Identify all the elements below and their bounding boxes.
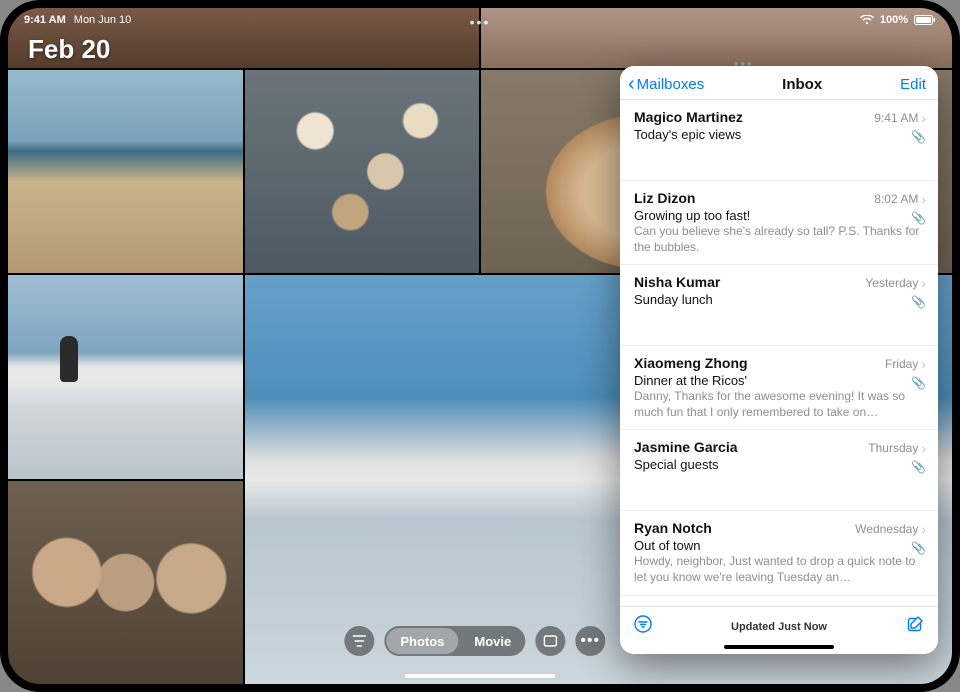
slideover-dots-icon[interactable]: ••• <box>734 56 754 71</box>
mail-status-text: Updated Just Now <box>652 621 906 633</box>
mail-item[interactable]: Ryan Notch Wednesday›Out of townHowdy, ne… <box>620 511 938 595</box>
mail-time: Friday› <box>885 356 926 372</box>
back-label: Mailboxes <box>637 76 705 93</box>
mail-sender: Jasmine Garcia <box>634 439 738 455</box>
mail-subject: Out of town <box>634 538 926 553</box>
mail-preview <box>634 143 926 171</box>
mail-title: Inbox <box>782 76 822 93</box>
mail-time: Yesterday› <box>865 275 926 291</box>
wifi-icon <box>860 15 874 25</box>
photo-tile[interactable] <box>8 275 243 478</box>
mail-sender: Magico Martinez <box>634 109 743 125</box>
chevron-right-icon: › <box>921 521 926 537</box>
mail-subject: Sunday lunch <box>634 292 926 307</box>
filter-mail-button[interactable] <box>634 615 652 638</box>
chevron-right-icon: › <box>921 275 926 291</box>
mail-preview: Can you believe she's already so tall? P… <box>634 224 926 255</box>
status-time: 9:41 AM <box>24 14 66 26</box>
attachment-icon: 📎 <box>911 460 926 474</box>
attachment-icon: 📎 <box>911 295 926 309</box>
mail-item[interactable]: Jasmine Garcia Thursday›Special guests📎 <box>620 430 938 511</box>
attachment-icon: 📎 <box>911 130 926 144</box>
compose-button[interactable] <box>906 615 924 638</box>
mail-preview <box>634 473 926 501</box>
filter-button[interactable] <box>344 626 374 656</box>
mail-subject: Dinner at the Ricos' <box>634 373 926 388</box>
photo-tile[interactable] <box>8 70 243 273</box>
home-indicator[interactable] <box>405 674 555 678</box>
status-date: Mon Jun 10 <box>74 14 131 26</box>
attachment-icon: 📎 <box>911 376 926 390</box>
ipad-frame: 9:41 AM Mon Jun 10 100% <box>0 0 960 692</box>
photo-tile[interactable] <box>8 481 243 684</box>
mail-item[interactable]: Nisha Kumar Yesterday›Sunday lunch📎 <box>620 265 938 346</box>
more-button[interactable]: ••• <box>575 626 605 656</box>
mail-time: 8:02 AM› <box>874 191 926 207</box>
photo-tile[interactable] <box>245 70 480 273</box>
attachment-icon: 📎 <box>911 211 926 225</box>
mail-sender: Ryan Notch <box>634 520 712 536</box>
mail-item[interactable]: Po-Chun Yeh5/29/24›Lunch call?📎 <box>620 596 938 606</box>
attachment-icon: 📎 <box>911 541 926 555</box>
mail-subject: Growing up too fast! <box>634 208 926 223</box>
mail-item[interactable]: Xiaomeng Zhong Friday›Dinner at the Ricos… <box>620 346 938 430</box>
edit-button[interactable]: Edit <box>900 76 926 93</box>
mail-slideover-panel: ‹ Mailboxes Inbox Edit Magico Martinez 9:… <box>620 66 938 654</box>
mail-preview: Howdy, neighbor, Just wanted to drop a q… <box>634 554 926 585</box>
mail-time: 9:41 AM› <box>874 110 926 126</box>
mail-sender: Po-Chun Yeh <box>634 605 721 606</box>
mailboxes-back-button[interactable]: ‹ Mailboxes <box>628 76 704 93</box>
mail-sender: Xiaomeng Zhong <box>634 355 748 371</box>
battery-percent: 100% <box>880 14 908 26</box>
segment-photos[interactable]: Photos <box>386 628 458 654</box>
mail-list[interactable]: Magico Martinez 9:41 AM›Today's epic view… <box>620 100 938 606</box>
mail-time: Thursday› <box>868 440 926 456</box>
mail-item[interactable]: Liz Dizon 8:02 AM›Growing up too fast!Can… <box>620 181 938 265</box>
multitasking-dots-icon[interactable]: ••• <box>470 14 491 30</box>
mail-sender: Liz Dizon <box>634 190 695 206</box>
photos-movie-segmented[interactable]: Photos Movie <box>384 626 525 656</box>
ellipsis-icon: ••• <box>580 632 600 650</box>
photos-toolbar: Photos Movie ••• <box>344 626 605 656</box>
mail-item[interactable]: Magico Martinez 9:41 AM›Today's epic view… <box>620 100 938 181</box>
mail-preview: Danny, Thanks for the awesome evening! I… <box>634 389 926 420</box>
chevron-right-icon: › <box>921 440 926 456</box>
photos-date-label: Feb 20 <box>28 34 110 65</box>
aspect-button[interactable] <box>535 626 565 656</box>
mail-header: ‹ Mailboxes Inbox Edit <box>620 66 938 100</box>
chevron-right-icon: › <box>921 110 926 126</box>
chevron-right-icon: › <box>921 356 926 372</box>
screen: 9:41 AM Mon Jun 10 100% <box>8 8 952 684</box>
segment-movie[interactable]: Movie <box>460 626 525 656</box>
battery-icon <box>914 15 936 25</box>
mail-subject: Today's epic views <box>634 127 926 142</box>
chevron-right-icon: › <box>921 191 926 207</box>
slideover-home-indicator[interactable] <box>724 645 834 649</box>
mail-sender: Nisha Kumar <box>634 274 720 290</box>
mail-preview <box>634 308 926 336</box>
mail-time: Wednesday› <box>855 521 926 537</box>
mail-subject: Special guests <box>634 457 926 472</box>
